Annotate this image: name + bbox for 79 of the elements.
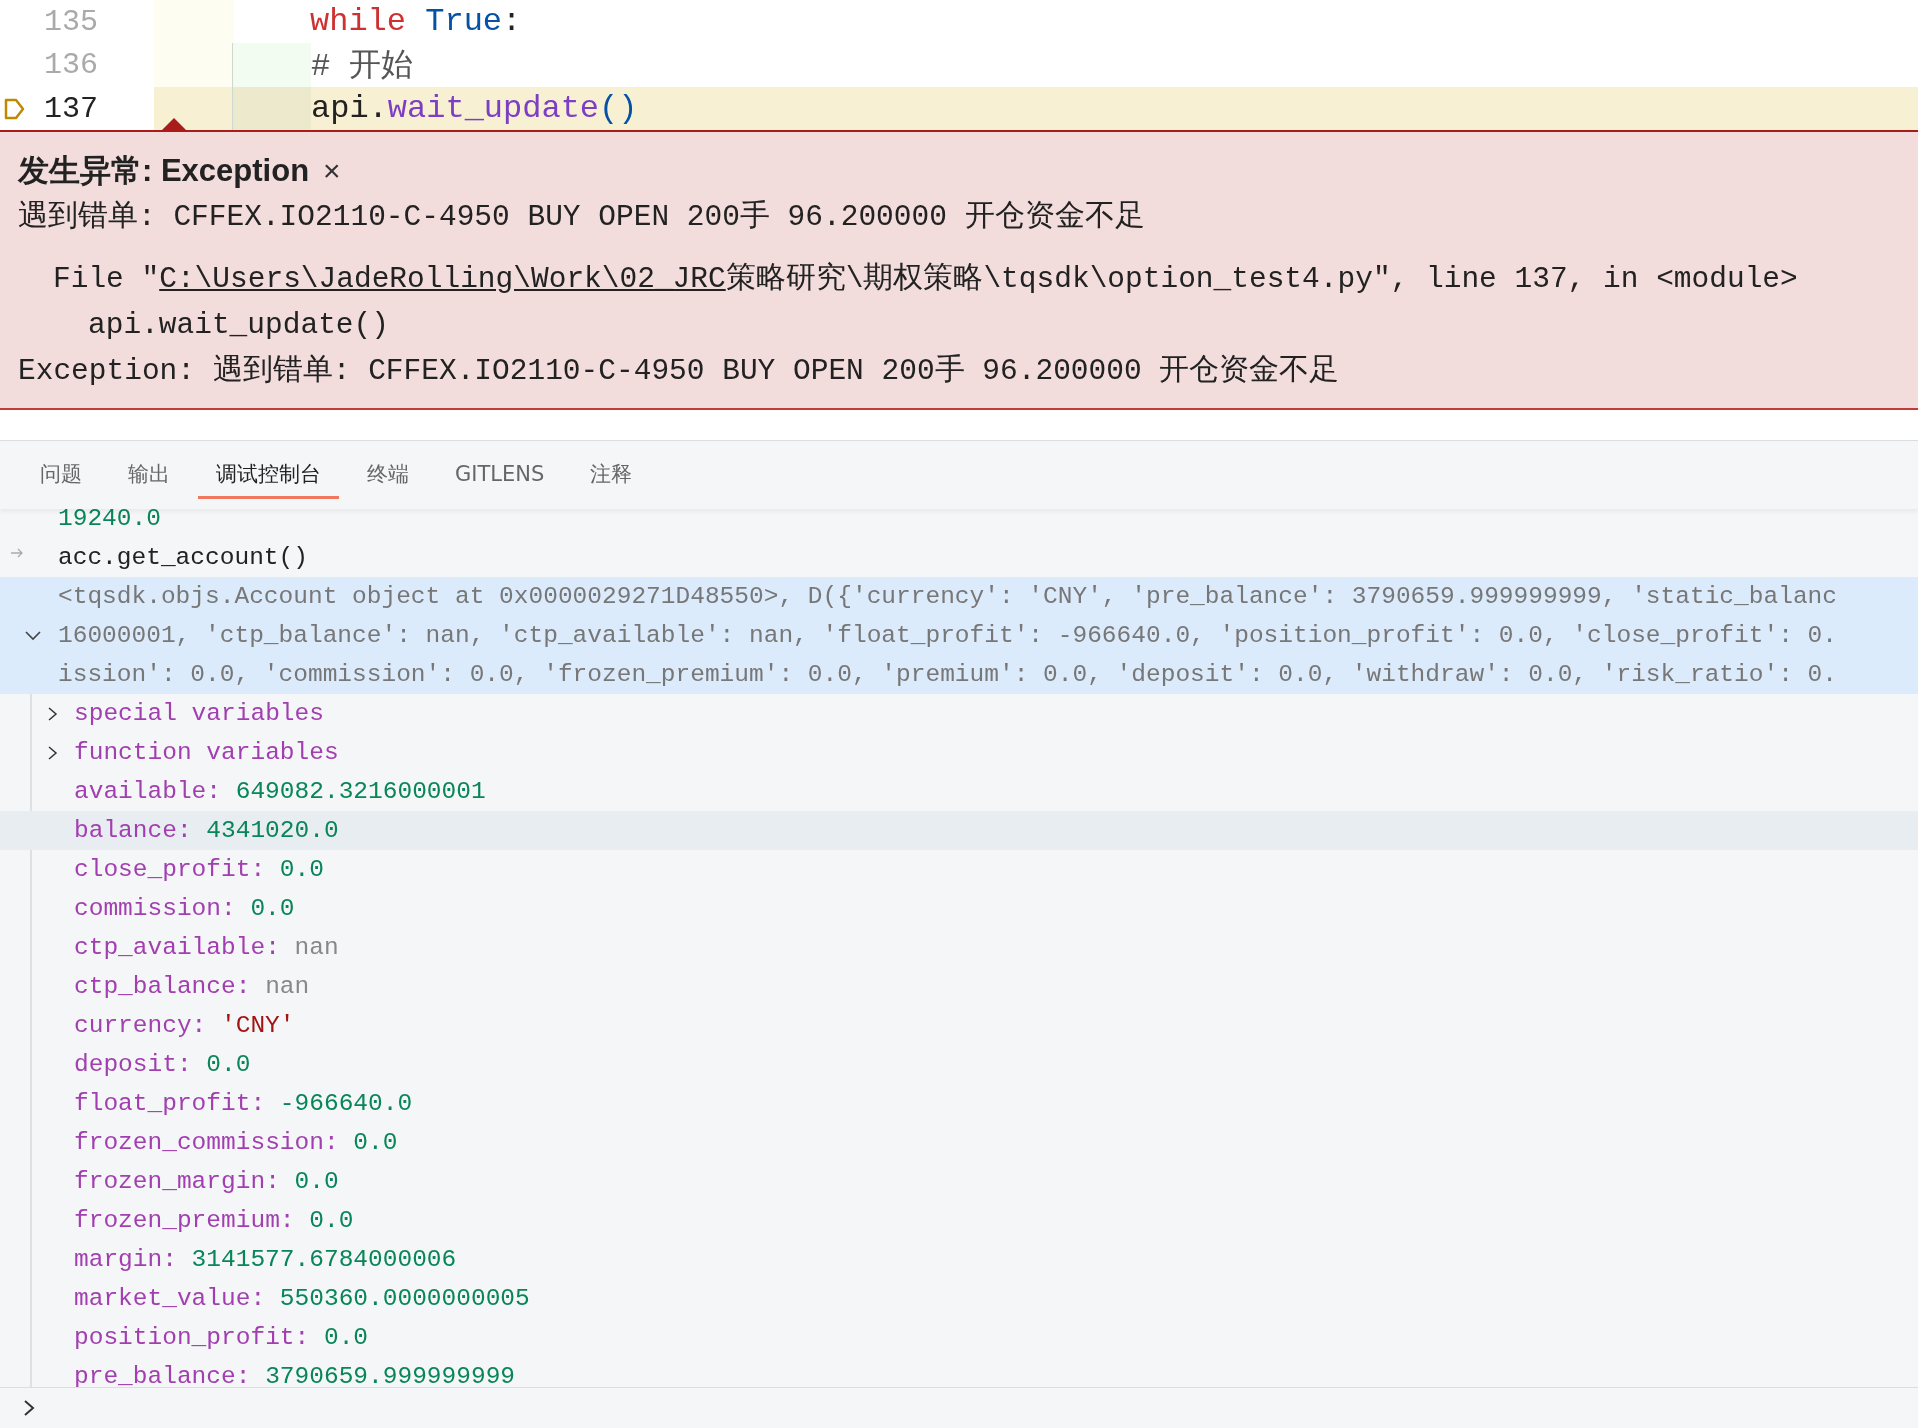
variable-name: position_profit: [74,1324,310,1351]
variable-row[interactable]: frozen_commission: 0.0 [0,1123,1918,1162]
variable-value: 3141577.6784000006 [191,1246,457,1273]
result-text: <tqsdk.objs.Account object at 0x0000029271D48550>, D({'currency': 'CNY', 'pre_balance': 3790659.999999999, 'static_balanc [58,582,1837,612]
variable-name: ctp_balance: [74,973,251,1000]
variable-row[interactable]: currency: 'CNY' [0,1006,1918,1045]
exception-message: 遇到错单: CFFEX.IO2110-C-4950 BUY OPEN 200手 96.200000 开仓资金不足 [18,199,1146,236]
variable-value: 3790659.999999999 [265,1363,516,1387]
debug-pointer-icon [4,96,26,121]
exception-message: Exception: 遇到错单: CFFEX.IO2110-C-4950 BUY OPEN 200手 96.200000 开仓资金不足 [18,353,1341,390]
variable-row[interactable]: float_profit: -966640.0 [0,1084,1918,1123]
variable-row[interactable]: ctp_available: nan [0,928,1918,967]
panel-tab[interactable]: 输出 [110,451,188,499]
variable-value: 0.0 [309,1207,354,1234]
variable-name: frozen_margin: [74,1168,280,1195]
exception-title: 发生异常: Exception [18,152,310,190]
variable-value: 0.0 [353,1129,398,1156]
code-line: while True: [310,3,522,40]
variable-row[interactable]: ctp_balance: nan [0,967,1918,1006]
input-arrow-icon [10,548,24,558]
variable-value: nan [294,934,339,961]
result-text: 16000001, 'ctp_balance': nan, 'ctp_available': nan, 'float_profit': -966640.0, 'position_profit': 0.0, 'close_profit': 0. [58,621,1837,651]
panel-tab[interactable]: 终端 [349,451,427,499]
result-text: ission': 0.0, 'commission': 0.0, 'frozen_premium': 0.0, 'premium': 0.0, 'deposit': 0.0, 'withdraw': 0.0, 'risk_ratio': 0. [58,660,1837,690]
variable-row[interactable]: commission: 0.0 [0,889,1918,928]
panel-tab[interactable]: 注释 [572,451,651,499]
variable-name: commission: [74,895,236,922]
traceback-line: File "C:\Users\JadeRolling\Work\02_JRC策略研究\期权策略\tqsdk\option_test4.py", line 137, in <module> [52,261,1799,298]
code-line: # 开始 [311,47,414,87]
close-button[interactable]: × [319,156,345,186]
variable-value: 0.0 [206,1051,251,1078]
output-value: 19240.0 [58,509,161,532]
variable-value: nan [265,973,310,1000]
variable-row[interactable]: available: 649082.3216000001 [0,772,1918,811]
variable-name: close_profit: [74,856,266,883]
variable-name: frozen_premium: [74,1207,295,1234]
panel-tab[interactable]: 问题 [22,451,100,499]
variable-value: 0.0 [323,1324,369,1351]
line-number: 136 [44,48,98,82]
result-block[interactable] [0,577,1918,694]
panel-tab[interactable]: GITLENS [437,453,563,497]
variable-name: balance: [74,817,192,844]
variable-name: frozen_commission: [74,1129,339,1156]
variable-name: currency: [74,1012,207,1039]
variable-row[interactable]: balance: 4341020.0 [0,811,1918,850]
variable-name: margin: [74,1246,177,1273]
chevron-icon[interactable] [46,705,60,722]
file-link[interactable]: C:\Users\JadeRolling\Work\02_JRC [159,262,726,296]
line-number: 135 [44,4,98,39]
prompt-chevron-icon [22,1398,36,1418]
variable-group[interactable]: special variables [74,700,324,727]
variable-name: market_value: [74,1285,266,1312]
variable-name: deposit: [74,1051,192,1078]
chevron-icon[interactable] [46,744,60,761]
variable-row[interactable]: market_value: 550360.0000000005 [0,1279,1918,1318]
line-number: 137 [44,91,98,126]
variable-value: 649082.3216000001 [235,778,486,805]
evaluated-expression: acc.get_account() [58,544,308,571]
variable-row[interactable]: frozen_premium: 0.0 [0,1201,1918,1240]
panel-tab[interactable]: 调试控制台 [198,451,339,499]
chevron-icon [24,629,42,642]
variable-row[interactable]: deposit: 0.0 [0,1045,1918,1084]
variable-value: 4341020.0 [206,817,339,844]
variable-name: ctp_available: [74,934,280,961]
variable-value: 550360.0000000005 [279,1285,530,1312]
traceback-code: api.wait_update() [87,307,390,344]
variable-value: -966640.0 [279,1090,413,1117]
variable-value: 'CNY' [221,1012,295,1039]
variable-value: 0.0 [294,1168,339,1195]
code-line: api.wait_update() [311,90,638,127]
variable-row[interactable]: margin: 3141577.6784000006 [0,1240,1918,1279]
variable-name: float_profit: [74,1090,266,1117]
variable-group[interactable]: function variables [74,739,339,766]
variable-row[interactable]: close_profit: 0.0 [0,850,1918,889]
variable-row[interactable]: frozen_margin: 0.0 [0,1162,1918,1201]
variable-name: available: [74,778,222,805]
variable-value: 0.0 [279,856,324,883]
variable-value: 0.0 [250,895,295,922]
variable-row[interactable]: position_profit: 0.0 [0,1318,1918,1357]
